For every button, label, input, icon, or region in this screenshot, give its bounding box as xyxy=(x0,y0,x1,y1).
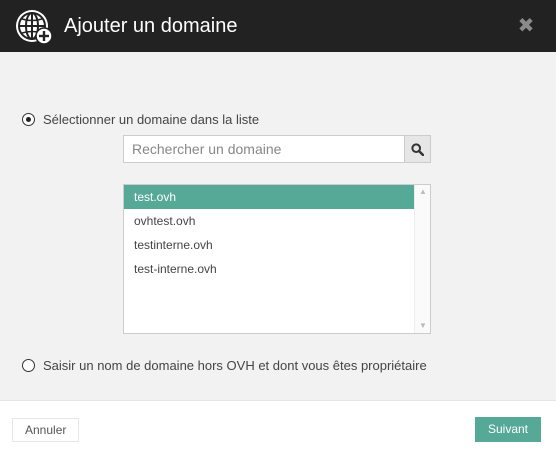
search-icon xyxy=(411,142,424,156)
globe-add-icon xyxy=(16,10,53,45)
cancel-button[interactable]: Annuler xyxy=(12,418,80,442)
next-button[interactable]: Suivant xyxy=(474,417,541,442)
dialog-footer: Annuler Suivant xyxy=(0,400,556,456)
search-button[interactable] xyxy=(404,135,431,163)
list-scrollbar[interactable]: ▲ ▼ xyxy=(414,185,430,333)
domain-search xyxy=(123,135,431,163)
dialog-title: Ajouter un domaine xyxy=(64,15,238,37)
option-external-label: Saisir un nom de domaine hors OVH et don… xyxy=(43,358,427,373)
option-external-domain[interactable]: Saisir un nom de domaine hors OVH et don… xyxy=(22,358,427,373)
list-item[interactable]: ovhtest.ovh xyxy=(124,209,414,233)
radio-external-domain[interactable] xyxy=(22,359,35,372)
scroll-down-icon[interactable]: ▼ xyxy=(418,321,428,331)
option-select-from-list[interactable]: Sélectionner un domaine dans la liste xyxy=(22,112,259,127)
domain-list[interactable]: test.ovh ovhtest.ovh testinterne.ovh tes… xyxy=(123,184,431,334)
list-item[interactable]: test-interne.ovh xyxy=(124,257,414,281)
dialog-header: Ajouter un domaine ✖ xyxy=(0,0,556,52)
option-select-label: Sélectionner un domaine dans la liste xyxy=(43,112,260,127)
radio-select-from-list[interactable] xyxy=(22,113,35,126)
list-item[interactable]: test.ovh xyxy=(124,185,414,209)
close-icon[interactable]: ✖ xyxy=(516,16,536,36)
list-item[interactable]: testinterne.ovh xyxy=(124,233,414,257)
search-input[interactable] xyxy=(123,135,404,163)
scroll-up-icon[interactable]: ▲ xyxy=(418,187,428,197)
